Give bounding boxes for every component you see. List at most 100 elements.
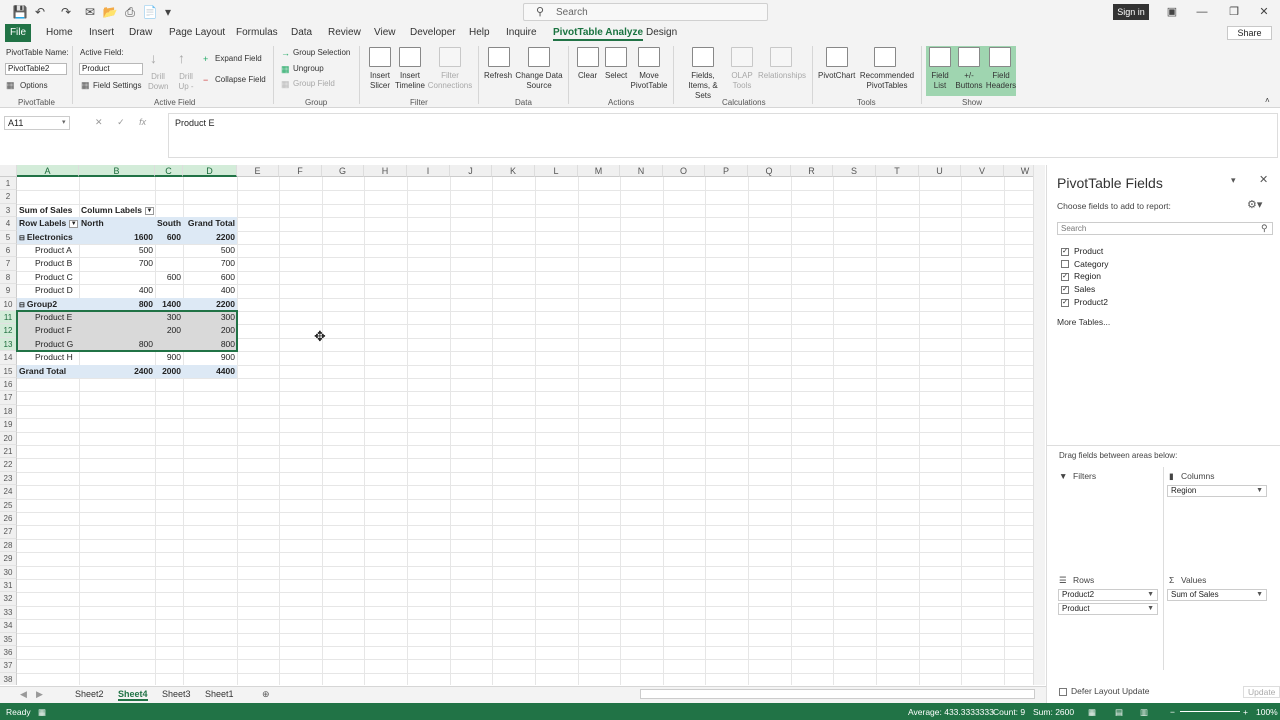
column-header[interactable]: O bbox=[663, 165, 705, 177]
group-selection-button[interactable]: Group Selection bbox=[293, 48, 350, 57]
chevron-down-icon[interactable]: ▼ bbox=[1256, 486, 1263, 496]
pane-close-icon[interactable]: ✕ bbox=[1259, 173, 1268, 186]
options-button[interactable]: Options bbox=[20, 81, 48, 90]
tab-formulas[interactable]: Formulas bbox=[236, 27, 278, 38]
row-header[interactable]: 37 bbox=[0, 659, 17, 673]
filter-connections-button[interactable]: Filter Connections bbox=[427, 71, 473, 91]
expand-field-button[interactable]: Expand Field bbox=[215, 54, 262, 63]
select-all-corner[interactable] bbox=[0, 165, 17, 177]
pivotchart-button[interactable]: PivotChart bbox=[818, 71, 855, 80]
olap-tools-button[interactable]: OLAP Tools bbox=[728, 71, 756, 91]
row-header[interactable]: 36 bbox=[0, 646, 17, 660]
row-header[interactable]: 3 bbox=[0, 203, 17, 218]
next-sheet-icon[interactable]: ▶ bbox=[36, 689, 43, 700]
field-item-product[interactable]: ✓ Product bbox=[1061, 245, 1103, 257]
field-search-input[interactable]: Search bbox=[1057, 222, 1273, 235]
column-header[interactable]: E bbox=[237, 165, 279, 177]
column-header[interactable]: F bbox=[279, 165, 322, 177]
header-grand-total[interactable]: Grand Total bbox=[183, 217, 237, 230]
row-header[interactable]: 10 bbox=[0, 297, 17, 311]
select-button[interactable]: Select bbox=[605, 71, 627, 80]
column-header[interactable]: P bbox=[705, 165, 748, 177]
pivot-cell-total[interactable]: 600 bbox=[183, 271, 237, 284]
column-header[interactable]: Q bbox=[748, 165, 791, 177]
pivot-cell-total[interactable]: 900 bbox=[183, 351, 237, 364]
pivot-item-label[interactable]: Product B bbox=[33, 257, 79, 270]
column-header[interactable]: B bbox=[79, 165, 155, 177]
row-header[interactable]: 24 bbox=[0, 485, 17, 499]
minimize-icon[interactable]: — bbox=[1190, 4, 1214, 20]
prev-sheet-icon[interactable]: ◀ bbox=[20, 689, 27, 700]
column-header[interactable]: H bbox=[364, 165, 407, 177]
collapse-field-button[interactable]: Collapse Field bbox=[215, 75, 266, 84]
row-header[interactable]: 25 bbox=[0, 498, 17, 512]
formula-input[interactable]: Product E bbox=[168, 113, 1278, 158]
insert-timeline-button[interactable]: Insert Timeline bbox=[394, 71, 426, 91]
header-south[interactable]: South bbox=[155, 217, 183, 230]
row-header[interactable]: 6 bbox=[0, 244, 17, 258]
column-header[interactable]: U bbox=[919, 165, 961, 177]
header-north[interactable]: North bbox=[79, 217, 155, 230]
pivot-cell-north[interactable]: 700 bbox=[79, 257, 155, 270]
chevron-down-icon[interactable]: ▼ bbox=[1256, 590, 1263, 600]
row-header[interactable]: 29 bbox=[0, 552, 17, 566]
collapse-ribbon-icon[interactable]: ˄ bbox=[1265, 96, 1270, 105]
pivot-cell-south[interactable] bbox=[155, 284, 183, 297]
cancel-icon[interactable]: ✕ bbox=[95, 117, 103, 127]
more-tables-link[interactable]: More Tables... bbox=[1057, 317, 1110, 327]
chevron-down-icon[interactable]: ▼ bbox=[1147, 590, 1154, 600]
pivot-cell-north[interactable]: 1600 bbox=[79, 231, 155, 244]
tab-help[interactable]: Help bbox=[469, 27, 490, 38]
pivot-item-label[interactable]: Product H bbox=[33, 351, 79, 364]
column-header[interactable]: T bbox=[876, 165, 919, 177]
checkbox-icon[interactable]: ✓ bbox=[1061, 285, 1069, 294]
enter-icon[interactable]: ✓ bbox=[117, 117, 125, 127]
row-header[interactable]: 31 bbox=[0, 579, 17, 593]
pivot-cell-total[interactable]: 700 bbox=[183, 257, 237, 270]
row-header[interactable]: 33 bbox=[0, 605, 17, 620]
row-header[interactable]: 5 bbox=[0, 230, 17, 244]
pivot-group-label[interactable]: ⊟ Electronics bbox=[17, 231, 79, 244]
close-icon[interactable]: ✕ bbox=[1252, 4, 1276, 20]
row-header[interactable]: 30 bbox=[0, 565, 17, 579]
tab-inquire[interactable]: Inquire bbox=[506, 27, 537, 38]
pivot-cell-north[interactable]: 400 bbox=[79, 284, 155, 297]
pivot-item-label[interactable]: Product D bbox=[33, 284, 79, 297]
search-box[interactable]: ⚲ Search bbox=[523, 3, 768, 21]
normal-view-icon[interactable]: ▦ bbox=[1088, 707, 1096, 718]
row-header[interactable]: 20 bbox=[0, 431, 17, 445]
move-pivottable-button[interactable]: Move PivotTable bbox=[630, 71, 668, 91]
row-header[interactable]: 21 bbox=[0, 445, 17, 459]
zoom-level[interactable]: 100% bbox=[1256, 707, 1278, 717]
column-header[interactable]: L bbox=[535, 165, 578, 177]
row-header[interactable]: 16 bbox=[0, 378, 17, 392]
pivot-row-labels[interactable]: Row Labels ▼ bbox=[17, 217, 79, 230]
values-field-sum-of-sales[interactable]: Sum of Sales ▼ bbox=[1167, 589, 1267, 601]
row-header[interactable]: 22 bbox=[0, 458, 17, 472]
pivot-column-labels[interactable]: Column Labels ▼ bbox=[79, 204, 159, 217]
column-header[interactable]: S bbox=[833, 165, 876, 177]
macro-record-icon[interactable]: ▦ bbox=[38, 707, 46, 718]
row-header[interactable]: 8 bbox=[0, 270, 17, 285]
sheet-tab-sheet2[interactable]: Sheet2 bbox=[75, 689, 104, 699]
chevron-down-icon[interactable]: ▼ bbox=[1147, 604, 1154, 614]
group-field-button[interactable]: Group Field bbox=[293, 79, 335, 88]
pane-settings-gear-icon[interactable]: ⚙▾ bbox=[1247, 198, 1262, 211]
pivot-item-label[interactable]: Product A bbox=[33, 244, 79, 257]
row-header[interactable]: 13 bbox=[0, 337, 17, 352]
page-layout-view-icon[interactable]: ▤ bbox=[1115, 707, 1123, 718]
filter-dropdown-icon[interactable]: ▼ bbox=[144, 206, 154, 215]
pivot-cell-south[interactable]: 1400 bbox=[155, 298, 183, 311]
tab-developer[interactable]: Developer bbox=[410, 27, 456, 38]
tab-view[interactable]: View bbox=[374, 27, 396, 38]
name-box-dropdown-icon[interactable]: ▾ bbox=[62, 118, 66, 126]
ribbon-display-icon[interactable]: ▣ bbox=[1160, 4, 1184, 20]
field-item-category[interactable]: Category bbox=[1061, 258, 1109, 270]
pivot-cell-south[interactable]: 900 bbox=[155, 351, 183, 364]
row-header[interactable]: 14 bbox=[0, 351, 17, 365]
pivot-cell-south[interactable]: 600 bbox=[155, 231, 183, 244]
sheet-tab-sheet4[interactable]: Sheet4 bbox=[118, 689, 148, 701]
pivot-cell-north[interactable] bbox=[79, 351, 155, 364]
sheet-tab-sheet1[interactable]: Sheet1 bbox=[205, 689, 234, 699]
pane-options-icon[interactable]: ▾ bbox=[1231, 175, 1236, 186]
